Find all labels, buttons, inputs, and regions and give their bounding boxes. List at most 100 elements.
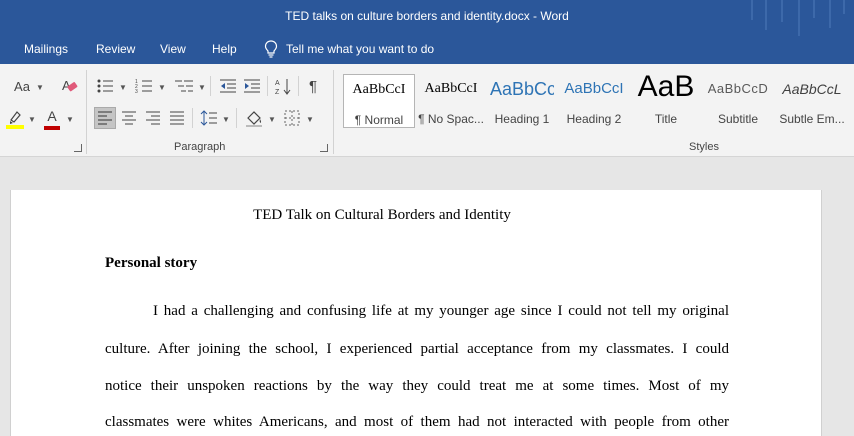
paragraph-dialog-launcher-icon[interactable] — [320, 144, 328, 152]
change-case-dropdown-icon[interactable]: ▼ — [36, 83, 44, 92]
title-bar-decoration — [751, 0, 845, 36]
decrease-indent-button[interactable] — [217, 76, 239, 96]
style-subtitle[interactable]: AaBbCcD Subtitle — [705, 74, 771, 128]
show-formatting-marks-button[interactable]: ¶ — [303, 76, 323, 96]
borders-icon — [284, 110, 300, 126]
highlight-color-button[interactable] — [4, 108, 26, 130]
borders-dropdown-icon[interactable]: ▼ — [306, 115, 314, 124]
highlight-dropdown-icon[interactable]: ▼ — [28, 115, 36, 124]
align-center-icon — [122, 111, 136, 125]
clear-formatting-icon: A — [62, 78, 78, 93]
numbering-dropdown-icon[interactable]: ▼ — [158, 83, 166, 92]
inline-divider — [210, 76, 211, 96]
line-spacing-dropdown-icon[interactable]: ▼ — [222, 115, 230, 124]
borders-button[interactable] — [282, 107, 302, 129]
font-color-bar-icon — [44, 126, 60, 130]
tell-me-search[interactable]: Tell me what you want to do — [264, 40, 434, 58]
document-title[interactable]: TED Talk on Cultural Borders and Identit… — [11, 207, 753, 224]
numbering-icon: 1 2 3 — [135, 79, 152, 94]
align-left-button[interactable] — [94, 107, 116, 129]
change-case-button[interactable]: Aa — [10, 76, 34, 96]
paint-bucket-icon — [246, 111, 262, 127]
paragraph-group-label: Paragraph — [174, 141, 226, 153]
style-name: ¶ No Spac... — [418, 112, 484, 126]
style-subtle-emphasis[interactable]: AaBbCcL Subtle Em... — [777, 74, 847, 128]
group-divider — [86, 70, 87, 154]
inline-divider — [267, 76, 268, 96]
title-bar: TED talks on culture borders and identit… — [0, 0, 854, 36]
clear-formatting-button[interactable]: A — [58, 76, 80, 96]
tab-mailings[interactable]: Mailings — [24, 42, 68, 56]
document-page[interactable]: TED Talk on Cultural Borders and Identit… — [10, 190, 822, 436]
style-name: Subtle Em... — [779, 112, 845, 126]
inline-divider — [236, 108, 237, 128]
lightbulb-icon — [264, 40, 278, 58]
style-name: ¶ Normal — [354, 113, 404, 127]
style-sample: AaBbCcI — [564, 80, 624, 97]
style-no-spacing[interactable]: AaBbCcI ¶ No Spac... — [418, 74, 484, 128]
tab-view[interactable]: View — [160, 42, 186, 56]
style-sample: AaBbCcI — [352, 82, 406, 97]
tab-review[interactable]: Review — [96, 42, 135, 56]
line-spacing-button[interactable] — [198, 107, 220, 129]
increase-indent-button[interactable] — [241, 76, 263, 96]
svg-text:3: 3 — [135, 89, 138, 94]
align-left-icon — [98, 111, 112, 125]
font-dialog-launcher-icon[interactable] — [74, 144, 82, 152]
numbering-button[interactable]: 1 2 3 — [133, 76, 155, 96]
paragraph-line[interactable]: culture. After joining the school, I exp… — [105, 341, 729, 358]
font-color-button[interactable]: A — [42, 108, 62, 130]
line-spacing-icon — [200, 110, 217, 126]
justify-icon — [170, 111, 184, 125]
highlight-pen-icon — [6, 111, 24, 129]
sort-az-icon: A Z — [275, 79, 291, 95]
style-heading-2[interactable]: AaBbCcI Heading 2 — [562, 74, 626, 128]
sort-button[interactable]: A Z — [273, 76, 295, 96]
align-center-button[interactable] — [118, 107, 140, 129]
font-color-dropdown-icon[interactable]: ▼ — [66, 115, 74, 124]
style-name: Heading 2 — [566, 112, 622, 126]
paragraph-line[interactable]: notice their unspoken reactions by the w… — [105, 378, 729, 395]
svg-text:A: A — [275, 80, 280, 87]
style-name: Title — [654, 112, 678, 126]
paragraph-line[interactable]: classmates were whites Americans, and mo… — [105, 414, 729, 431]
styles-group-label: Styles — [689, 141, 719, 153]
style-sample: AaBbCcL — [782, 81, 842, 97]
change-case-label: Aa — [14, 78, 30, 94]
style-name: Subtitle — [717, 112, 759, 126]
tab-help[interactable]: Help — [212, 42, 237, 56]
multilevel-list-icon — [175, 80, 193, 92]
document-canvas[interactable]: TED Talk on Cultural Borders and Identit… — [0, 157, 854, 436]
inline-divider — [298, 76, 299, 96]
ribbon-tabs: Mailings Review View Help Tell me what y… — [0, 36, 854, 64]
group-divider — [333, 70, 334, 154]
shading-dropdown-icon[interactable]: ▼ — [268, 115, 276, 124]
style-title[interactable]: AaB Title — [633, 74, 699, 128]
bullets-dropdown-icon[interactable]: ▼ — [119, 83, 127, 92]
justify-button[interactable] — [166, 107, 188, 129]
style-name: Heading 1 — [494, 112, 550, 126]
svg-text:Z: Z — [275, 89, 280, 95]
paragraph-line[interactable]: I had a challenging and confusing life a… — [105, 303, 729, 320]
pilcrow-icon: ¶ — [308, 77, 318, 95]
style-heading-1[interactable]: AaBbCc Heading 1 — [490, 74, 554, 128]
window-title: TED talks on culture borders and identit… — [285, 9, 569, 23]
style-sample: AaBbCcD — [707, 81, 769, 96]
decrease-indent-icon — [220, 79, 236, 93]
bullets-button[interactable] — [94, 76, 116, 96]
align-right-button[interactable] — [142, 107, 164, 129]
ribbon: Aa ▼ A ▼ A ▼ ▼ 1 2 3 ▼ ▼ A Z ¶ ▼ ▼ ▼ Par… — [0, 64, 854, 157]
multilevel-dropdown-icon[interactable]: ▼ — [198, 83, 206, 92]
bullets-icon — [97, 79, 113, 93]
inline-divider — [192, 108, 193, 128]
multilevel-list-button[interactable] — [172, 76, 196, 96]
style-normal[interactable]: AaBbCcI ¶ Normal — [343, 74, 415, 128]
style-sample: AaBbCcI — [424, 81, 478, 96]
tell-me-label: Tell me what you want to do — [286, 42, 435, 56]
align-right-icon — [146, 111, 160, 125]
style-sample: AaBbCc — [490, 79, 554, 99]
increase-indent-icon — [244, 79, 260, 93]
shading-button[interactable] — [243, 107, 265, 129]
section-heading[interactable]: Personal story — [105, 255, 197, 272]
style-sample: AaB — [637, 74, 695, 103]
